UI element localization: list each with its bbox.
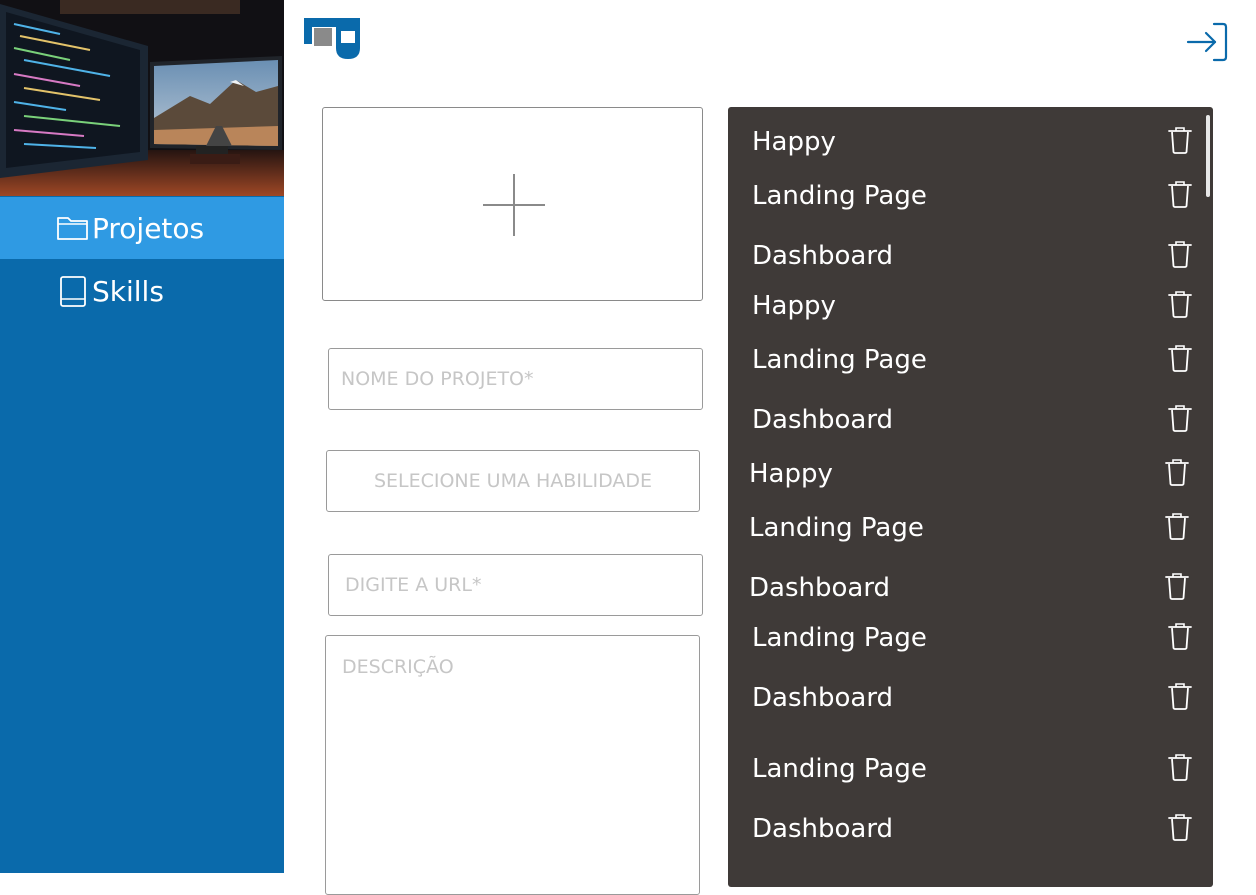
list-item[interactable]: Happy <box>752 287 1192 327</box>
trash-icon[interactable] <box>1167 179 1193 209</box>
project-name: Landing Page <box>752 623 927 653</box>
sidebar-item-skills[interactable]: Skills <box>0 260 284 322</box>
trash-icon[interactable] <box>1164 571 1190 601</box>
sidebar-item-projetos[interactable]: Projetos <box>0 197 284 259</box>
trash-icon[interactable] <box>1164 457 1190 487</box>
trash-icon[interactable] <box>1167 239 1193 269</box>
sidebar-item-label: Skills <box>92 274 164 308</box>
project-name-input[interactable] <box>328 348 703 410</box>
list-item[interactable]: Landing Page <box>752 341 1192 381</box>
trash-icon[interactable] <box>1167 812 1193 842</box>
plus-icon <box>483 174 545 236</box>
trash-icon[interactable] <box>1167 125 1193 155</box>
project-name: Dashboard <box>749 573 891 603</box>
list-item[interactable]: Dashboard <box>749 569 1189 609</box>
trash-icon[interactable] <box>1167 752 1193 782</box>
project-name: Landing Page <box>749 513 924 543</box>
folder-icon <box>56 211 90 245</box>
list-item[interactable]: Happy <box>752 123 1192 163</box>
scrollbar[interactable] <box>1206 115 1210 197</box>
list-item[interactable]: Landing Page <box>752 177 1192 217</box>
trash-icon[interactable] <box>1167 343 1193 373</box>
hero-image <box>0 0 284 196</box>
image-upload-box[interactable] <box>322 107 703 301</box>
sidebar-item-label: Projetos <box>92 211 205 245</box>
project-name: Happy <box>752 127 836 157</box>
project-name: Happy <box>749 459 833 489</box>
project-name: Landing Page <box>752 754 927 784</box>
trash-icon[interactable] <box>1164 511 1190 541</box>
project-name: Dashboard <box>752 405 894 435</box>
list-item[interactable]: Dashboard <box>752 810 1192 850</box>
project-name: Dashboard <box>752 683 894 713</box>
list-item[interactable]: Dashboard <box>752 679 1192 719</box>
project-name: Dashboard <box>752 241 894 271</box>
project-name: Happy <box>752 291 836 321</box>
trash-icon[interactable] <box>1167 289 1193 319</box>
project-name: Landing Page <box>752 345 927 375</box>
desk-setup-illustration <box>0 0 284 196</box>
list-item[interactable]: Landing Page <box>749 509 1189 549</box>
project-name: Landing Page <box>752 181 927 211</box>
trash-icon[interactable] <box>1167 621 1193 651</box>
skill-select[interactable]: SELECIONE UMA HABILIDADE <box>326 450 700 512</box>
skill-select-placeholder: SELECIONE UMA HABILIDADE <box>373 470 653 492</box>
logout-icon[interactable] <box>1186 21 1228 63</box>
sidebar: Projetos Skills <box>0 0 284 873</box>
trash-icon[interactable] <box>1167 403 1193 433</box>
list-item[interactable]: Happy <box>749 455 1189 495</box>
logo-icon <box>304 18 360 60</box>
book-icon <box>56 274 90 308</box>
project-list: Happy Landing Page Dashboard Happy Landing P… <box>728 107 1213 887</box>
list-item[interactable]: Landing Page <box>752 750 1192 790</box>
trash-icon[interactable] <box>1167 681 1193 711</box>
list-item[interactable]: Landing Page <box>752 619 1192 659</box>
description-textarea[interactable] <box>325 635 700 895</box>
url-input[interactable] <box>328 554 703 616</box>
list-item[interactable]: Dashboard <box>752 401 1192 441</box>
list-item[interactable]: Dashboard <box>752 237 1192 277</box>
project-name: Dashboard <box>752 814 894 844</box>
